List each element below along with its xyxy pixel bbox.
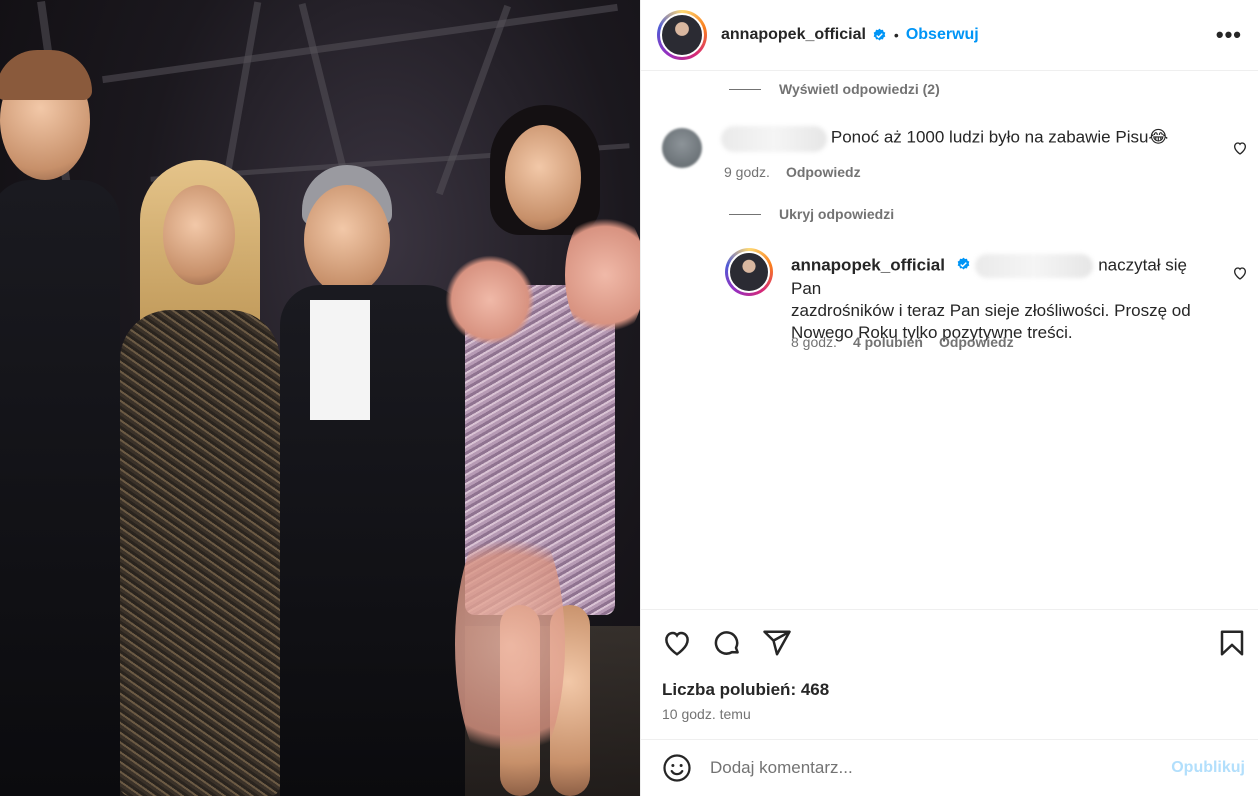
mentioned-user-blurred[interactable] — [975, 254, 1094, 278]
divider-line — [729, 88, 761, 90]
comment-like-icon[interactable] — [1232, 140, 1248, 156]
comment-meta: 9 godz. Odpowiedz — [724, 164, 861, 180]
reply-username[interactable]: annapopek_official — [791, 255, 945, 274]
heart-icon[interactable] — [662, 628, 692, 658]
reply-button[interactable]: Odpowiedz — [939, 334, 1014, 350]
divider-line — [729, 213, 761, 215]
stage-truss — [102, 3, 618, 84]
bookmark-icon[interactable] — [1217, 628, 1247, 658]
add-comment-bar: Opublikuj — [641, 739, 1258, 796]
view-replies-label: Wyświetl odpowiedzi (2) — [779, 81, 940, 97]
view-replies-toggle[interactable]: Wyświetl odpowiedzi (2) — [729, 81, 940, 97]
hide-replies-label: Ukryj odpowiedzi — [779, 206, 895, 222]
reply-button[interactable]: Odpowiedz — [786, 164, 861, 180]
commenter-avatar[interactable] — [662, 128, 702, 168]
comment-icon[interactable] — [712, 628, 742, 658]
post-actions: Liczba polubień: 468 10 godz. temu — [641, 609, 1258, 739]
author-username[interactable]: annapopek_official — [721, 26, 866, 44]
reply-author-avatar[interactable] — [725, 248, 773, 296]
publish-button[interactable]: Opublikuj — [1171, 759, 1245, 777]
reply-meta: 8 godz. 4 polubień Odpowiedz — [791, 334, 1014, 350]
hide-replies-toggle[interactable]: Ukryj odpowiedzi — [729, 206, 894, 222]
person-blonde — [115, 160, 285, 796]
comment-text: Ponoć aż 1000 ludzi było na zabawie Pisu… — [830, 127, 1169, 147]
post-photo[interactable] — [0, 0, 640, 796]
comment-time[interactable]: 9 godz. — [724, 164, 770, 180]
reply-time[interactable]: 8 godz. — [791, 334, 837, 350]
person-middle — [280, 165, 465, 796]
emoji-icon[interactable] — [662, 753, 692, 783]
post-time[interactable]: 10 godz. temu — [662, 706, 751, 722]
author-avatar[interactable] — [657, 10, 707, 60]
share-icon[interactable] — [762, 628, 792, 658]
person-left — [0, 50, 120, 796]
post-sidebar: annapopek_official • Obserwuj ••• Wyświe… — [640, 0, 1258, 796]
verified-icon — [873, 28, 886, 40]
comments-list[interactable]: Wyświetl odpowiedzi (2) Ponoć aż 1000 lu… — [641, 71, 1258, 609]
follow-button[interactable]: Obserwuj — [906, 26, 979, 44]
post-header: annapopek_official • Obserwuj ••• — [641, 0, 1258, 71]
comment-input[interactable] — [710, 758, 1130, 778]
reply-likes[interactable]: 4 polubień — [853, 334, 923, 350]
separator-dot: • — [893, 27, 899, 43]
person-right — [445, 105, 640, 796]
reply-item: annapopek_official naczytał się Pan zazd… — [641, 246, 1258, 356]
reply-like-icon[interactable] — [1232, 265, 1248, 281]
verified-icon — [957, 258, 970, 270]
more-icon[interactable]: ••• — [1216, 22, 1242, 48]
reply-text-line2: zazdrośników i teraz Pan sieje złośliwoś… — [791, 301, 1191, 320]
comment-item: Ponoć aż 1000 ludzi było na zabawie Pisu… — [641, 126, 1258, 186]
commenter-name-blurred[interactable] — [721, 126, 827, 152]
likes-count[interactable]: Liczba polubień: 468 — [662, 680, 829, 700]
